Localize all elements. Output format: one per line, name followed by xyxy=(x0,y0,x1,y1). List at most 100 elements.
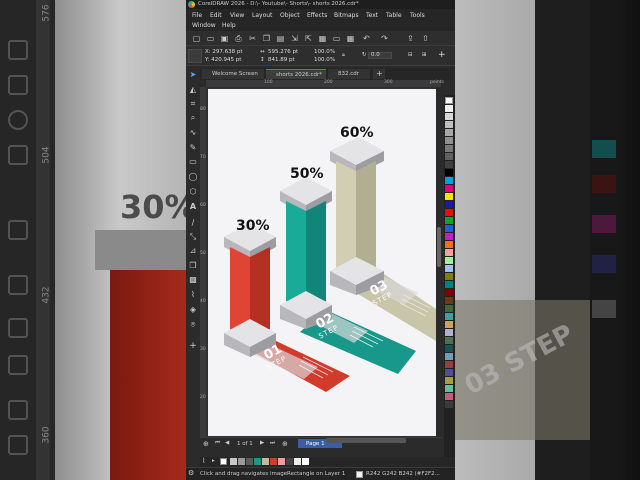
swatch[interactable] xyxy=(445,121,453,128)
tab-shorts-2026[interactable]: shorts 2026.cdr* xyxy=(266,69,326,79)
x-position[interactable]: X: 297.638 pt xyxy=(205,49,243,55)
eyedropper-tool-icon[interactable]: ⌇ xyxy=(188,290,198,300)
swatch[interactable] xyxy=(445,185,453,192)
new-document-icon[interactable]: ▢ xyxy=(192,34,201,43)
swatch[interactable] xyxy=(445,305,453,312)
tab-832[interactable]: 832.cdr xyxy=(328,69,370,79)
y-position[interactable]: Y: 420.945 pt xyxy=(205,57,241,63)
swatch[interactable] xyxy=(445,201,453,208)
swatch[interactable] xyxy=(445,297,453,304)
copy-icon[interactable]: ❐ xyxy=(262,34,271,43)
paste-icon[interactable]: ▤ xyxy=(276,34,285,43)
column-60[interactable] xyxy=(330,137,384,295)
interactive-fill-icon[interactable]: ◈ xyxy=(188,305,198,315)
menu-layout[interactable]: Layout xyxy=(252,12,272,19)
menu-file[interactable]: File xyxy=(192,12,202,19)
object-width[interactable]: 595.276 pt xyxy=(268,49,298,55)
swatch[interactable] xyxy=(445,369,453,376)
mirror-icon[interactable]: ⊞ xyxy=(422,52,427,58)
menu-text[interactable]: Text xyxy=(366,12,378,19)
swatch[interactable] xyxy=(445,257,453,264)
next-page-icon[interactable]: ▶ xyxy=(260,440,264,446)
percent-label-2[interactable]: 50% xyxy=(290,166,324,182)
open-icon[interactable]: ▭ xyxy=(206,34,215,43)
publish-icon[interactable]: ▦ xyxy=(318,34,327,43)
scale-y[interactable]: 100.0 xyxy=(314,57,330,63)
swatch[interactable] xyxy=(445,353,453,360)
first-page-icon[interactable]: ⏮ xyxy=(215,440,220,447)
swatch[interactable] xyxy=(445,193,453,200)
artistic-media-icon[interactable]: ✎ xyxy=(188,143,198,153)
object-height[interactable]: 841.89 pt xyxy=(268,57,295,63)
swatch[interactable] xyxy=(445,177,453,184)
add-tool-icon[interactable]: + xyxy=(188,341,198,351)
align-icon[interactable]: ⊟ xyxy=(408,52,413,58)
save-icon[interactable]: ▣ xyxy=(220,34,229,43)
swatch[interactable] xyxy=(445,145,453,152)
pick-tool-icon[interactable]: ➤ xyxy=(188,70,198,80)
palette-menu-icon[interactable]: ▸ xyxy=(212,458,215,464)
share-icon[interactable]: ⇧ xyxy=(421,34,430,43)
last-page-icon[interactable]: ⏭ xyxy=(270,440,275,447)
doc-swatch[interactable] xyxy=(254,458,261,465)
screen-icon[interactable]: ▭ xyxy=(332,34,341,43)
shadow-tool-icon[interactable]: ❒ xyxy=(188,261,198,271)
crop-tool-icon[interactable]: ⌗ xyxy=(188,99,198,109)
add-page-end-icon[interactable]: ⊕ xyxy=(282,440,288,448)
swatch[interactable] xyxy=(445,401,453,408)
menu-effects[interactable]: Effects xyxy=(307,12,327,19)
doc-swatch[interactable] xyxy=(246,458,253,465)
rotation-angle[interactable]: 0.0 xyxy=(371,52,380,58)
prev-page-icon[interactable]: ◀ xyxy=(225,440,229,446)
redo-icon[interactable]: ↷ xyxy=(380,34,389,43)
zoom-tool-icon[interactable]: ⌕ xyxy=(188,113,198,123)
smart-fill-icon[interactable]: ⍟ xyxy=(188,320,198,330)
tab-welcome-screen[interactable]: Welcome Screen xyxy=(202,69,264,79)
drawing-workspace[interactable]: 30% 50% 60% 01 STEP 02 STEP 03 STEP xyxy=(206,87,441,437)
swatch[interactable] xyxy=(445,241,453,248)
export-icon[interactable]: ⇱ xyxy=(304,34,313,43)
eyedropper-icon[interactable]: ⌇ xyxy=(202,457,205,465)
rectangle-tool-icon[interactable]: ▭ xyxy=(188,157,198,167)
horizontal-scrollbar[interactable] xyxy=(326,438,406,443)
swatch[interactable] xyxy=(445,345,453,352)
swatch[interactable] xyxy=(445,249,453,256)
doc-swatch[interactable] xyxy=(230,458,237,465)
doc-swatch[interactable] xyxy=(286,458,293,465)
vertical-scrollbar[interactable] xyxy=(436,87,442,437)
dimension-tool-icon[interactable]: ∕ xyxy=(188,218,198,228)
swatch[interactable] xyxy=(445,225,453,232)
polygon-tool-icon[interactable]: ⬡ xyxy=(188,187,198,197)
menu-tools[interactable]: Tools xyxy=(410,12,425,19)
swatch[interactable] xyxy=(445,161,453,168)
swatch[interactable] xyxy=(445,105,453,112)
menu-edit[interactable]: Edit xyxy=(210,12,222,19)
swatch[interactable] xyxy=(445,217,453,224)
document-page[interactable]: 30% 50% 60% 01 STEP 02 STEP 03 STEP xyxy=(208,89,436,436)
transparency-tool-icon[interactable]: ▩ xyxy=(188,275,198,285)
swatch[interactable] xyxy=(445,393,453,400)
freehand-tool-icon[interactable]: ∿ xyxy=(188,128,198,138)
menu-object[interactable]: Object xyxy=(280,12,300,19)
swatch[interactable] xyxy=(445,233,453,240)
blend-tool-icon[interactable]: ⊿ xyxy=(188,246,198,256)
swatch[interactable] xyxy=(445,329,453,336)
menu-view[interactable]: View xyxy=(230,12,244,19)
lock-ratio-icon[interactable]: 🔒︎ xyxy=(342,52,345,59)
upload-icon[interactable]: ⇪ xyxy=(406,34,415,43)
ellipse-tool-icon[interactable]: ◯ xyxy=(188,172,198,182)
swatch[interactable] xyxy=(445,153,453,160)
percent-label-1[interactable]: 30% xyxy=(236,218,270,234)
text-tool-icon[interactable]: A xyxy=(188,202,198,212)
swatch[interactable] xyxy=(445,281,453,288)
doc-swatch[interactable] xyxy=(270,458,277,465)
menu-table[interactable]: Table xyxy=(386,12,402,19)
column-50[interactable] xyxy=(280,177,332,329)
column-30[interactable] xyxy=(224,223,276,357)
swatch[interactable] xyxy=(445,313,453,320)
grid-icon[interactable]: ▦ xyxy=(346,34,355,43)
scrollbar-thumb[interactable] xyxy=(437,227,441,267)
doc-swatch[interactable] xyxy=(302,458,309,465)
import-icon[interactable]: ⇲ xyxy=(290,34,299,43)
page-preset-box[interactable] xyxy=(188,49,202,63)
